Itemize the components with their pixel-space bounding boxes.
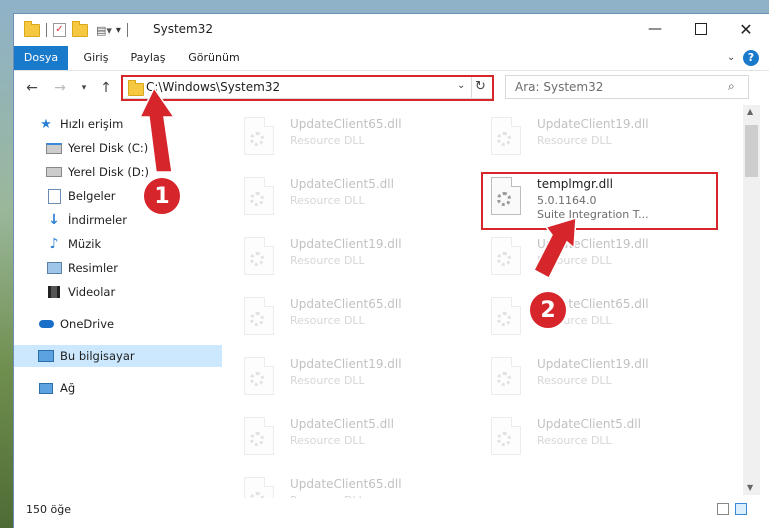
dll-file-icon xyxy=(244,357,274,395)
item-count: 150 öğe xyxy=(26,503,71,516)
file-item[interactable]: UpdateClient19.dll Resource DLL xyxy=(232,231,472,283)
up-arrow-icon: ↑ xyxy=(100,80,112,96)
scroll-up-icon[interactable]: ▲ xyxy=(747,107,753,116)
file-item[interactable]: UpdateClient19.dll Resource DLL xyxy=(479,351,719,403)
dll-file-icon xyxy=(491,297,521,335)
dll-file-icon xyxy=(244,237,274,275)
new-folder-icon[interactable] xyxy=(72,20,88,37)
file-item[interactable]: UpdateClient5.dll Resource DLL xyxy=(232,411,472,463)
step-badge-1: 1 xyxy=(142,176,182,216)
sidebar-item-downloads[interactable]: ↓ İndirmeler 📌 xyxy=(14,209,238,231)
sidebar-item-documents[interactable]: Belgeler 📌 xyxy=(14,185,238,207)
search-placeholder: Ara: System32 xyxy=(515,80,604,94)
music-icon: ♪ xyxy=(49,236,59,252)
properties-icon[interactable]: ✓ xyxy=(53,23,66,37)
back-arrow-icon: ← xyxy=(26,80,38,96)
dll-file-icon xyxy=(244,297,274,335)
sidebar-item-disk-d[interactable]: Yerel Disk (D:) 📌 xyxy=(14,161,238,183)
close-button[interactable]: ✕ xyxy=(723,14,769,44)
computer-icon xyxy=(38,349,54,363)
file-item[interactable]: UpdateClient5.dll Resource DLL xyxy=(479,411,719,463)
explorer-window: ✓ ▤▾ ▾ System32 — ✕ Dosya Giriş Paylaş G… xyxy=(14,14,769,528)
minimize-button[interactable]: — xyxy=(632,14,678,44)
file-item[interactable]: UpdateClient5.dll Resource DLL xyxy=(232,171,472,223)
customize-icon[interactable]: ▤▾ xyxy=(96,24,112,37)
tab-file[interactable]: Dosya xyxy=(14,46,68,70)
search-icon[interactable]: ⌕ xyxy=(728,79,735,94)
dll-file-icon xyxy=(491,357,521,395)
sidebar-item-videos[interactable]: Videolar 📌 xyxy=(14,281,238,303)
tab-view[interactable]: Görünüm xyxy=(182,46,246,70)
maximize-button[interactable] xyxy=(678,14,724,44)
sidebar-item-pictures[interactable]: Resimler 📌 xyxy=(14,257,238,279)
quick-access-dropdown-icon[interactable]: ▾ xyxy=(116,25,121,36)
videos-icon xyxy=(46,285,62,299)
navigation-pane: ★ Hızlı erişim Yerel Disk (C:) 📌 Yerel D… xyxy=(14,105,236,495)
sidebar-item-onedrive[interactable]: OneDrive xyxy=(14,313,230,335)
separator xyxy=(46,23,47,37)
pictures-icon xyxy=(46,261,62,275)
dll-file-icon xyxy=(491,417,521,455)
documents-icon xyxy=(46,188,62,204)
drive-icon xyxy=(46,141,62,155)
dll-file-icon xyxy=(244,177,274,215)
minimize-icon: — xyxy=(648,21,662,37)
tiles-view-icon[interactable] xyxy=(735,503,747,515)
window-title: System32 xyxy=(153,22,214,36)
file-item[interactable]: UpdateClient65.dll Resource DLL xyxy=(232,111,472,163)
vertical-scrollbar[interactable]: ▲ ▼ xyxy=(743,105,760,495)
quick-access-toolbar: ✓ ▤▾ ▾ xyxy=(24,20,134,39)
dll-file-icon xyxy=(491,237,521,275)
file-item[interactable]: UpdateClient65.dll Resource DLL xyxy=(479,291,719,343)
dll-file-icon xyxy=(491,117,521,155)
folder-icon xyxy=(24,20,40,37)
step-badge-2: 2 xyxy=(528,290,568,330)
sidebar-item-network[interactable]: Ağ xyxy=(14,377,230,399)
title-bar: ✓ ▤▾ ▾ System32 — ✕ xyxy=(14,14,769,46)
forward-arrow-icon: → xyxy=(54,80,66,96)
tab-home[interactable]: Giriş xyxy=(76,46,116,70)
scroll-thumb[interactable] xyxy=(745,125,758,177)
back-button[interactable]: ← xyxy=(22,79,42,97)
file-item[interactable]: UpdateClient19.dll Resource DLL xyxy=(232,351,472,403)
sidebar-item-music[interactable]: ♪ Müzik 📌 xyxy=(14,233,238,255)
download-icon: ↓ xyxy=(48,212,60,228)
separator xyxy=(126,23,128,37)
sidebar-item-disk-c[interactable]: Yerel Disk (C:) 📌 xyxy=(14,137,238,159)
dll-file-icon xyxy=(244,417,274,455)
ribbon: Dosya Giriş Paylaş Görünüm ⌄ ? xyxy=(14,46,769,71)
address-highlight-box xyxy=(121,75,494,101)
sidebar-item-this-pc[interactable]: Bu bilgisayar xyxy=(14,345,230,367)
sidebar-item-quick-access[interactable]: ★ Hızlı erişim xyxy=(14,113,230,135)
file-item[interactable]: UpdateClient65.dll Resource DLL xyxy=(232,291,472,343)
tab-share[interactable]: Paylaş xyxy=(124,46,172,70)
expand-ribbon-icon[interactable]: ⌄ xyxy=(727,52,735,63)
star-icon: ★ xyxy=(40,116,52,132)
help-button[interactable]: ? xyxy=(743,50,759,66)
recent-locations-button[interactable]: ▾ xyxy=(74,79,94,97)
cloud-icon xyxy=(38,317,54,331)
scroll-down-icon[interactable]: ▼ xyxy=(747,483,753,492)
file-highlight-box xyxy=(481,172,718,230)
drive-icon xyxy=(46,165,62,179)
details-view-icon[interactable] xyxy=(717,503,729,515)
chevron-down-icon: ▾ xyxy=(81,83,87,93)
file-item[interactable]: UpdateClient19.dll Resource DLL xyxy=(479,231,719,283)
file-item[interactable]: UpdateClient19.dll Resource DLL xyxy=(479,111,719,163)
up-button[interactable]: ↑ xyxy=(96,79,116,97)
dll-file-icon xyxy=(244,117,274,155)
close-icon: ✕ xyxy=(739,19,753,39)
maximize-icon xyxy=(695,23,707,35)
forward-button[interactable]: → xyxy=(50,79,70,97)
search-input[interactable]: Ara: System32 ⌕ xyxy=(505,75,749,99)
status-bar: 150 öğe xyxy=(14,498,769,528)
file-list: UpdateClient65.dll Resource DLL UpdateCl… xyxy=(222,105,742,515)
network-icon xyxy=(38,381,54,395)
